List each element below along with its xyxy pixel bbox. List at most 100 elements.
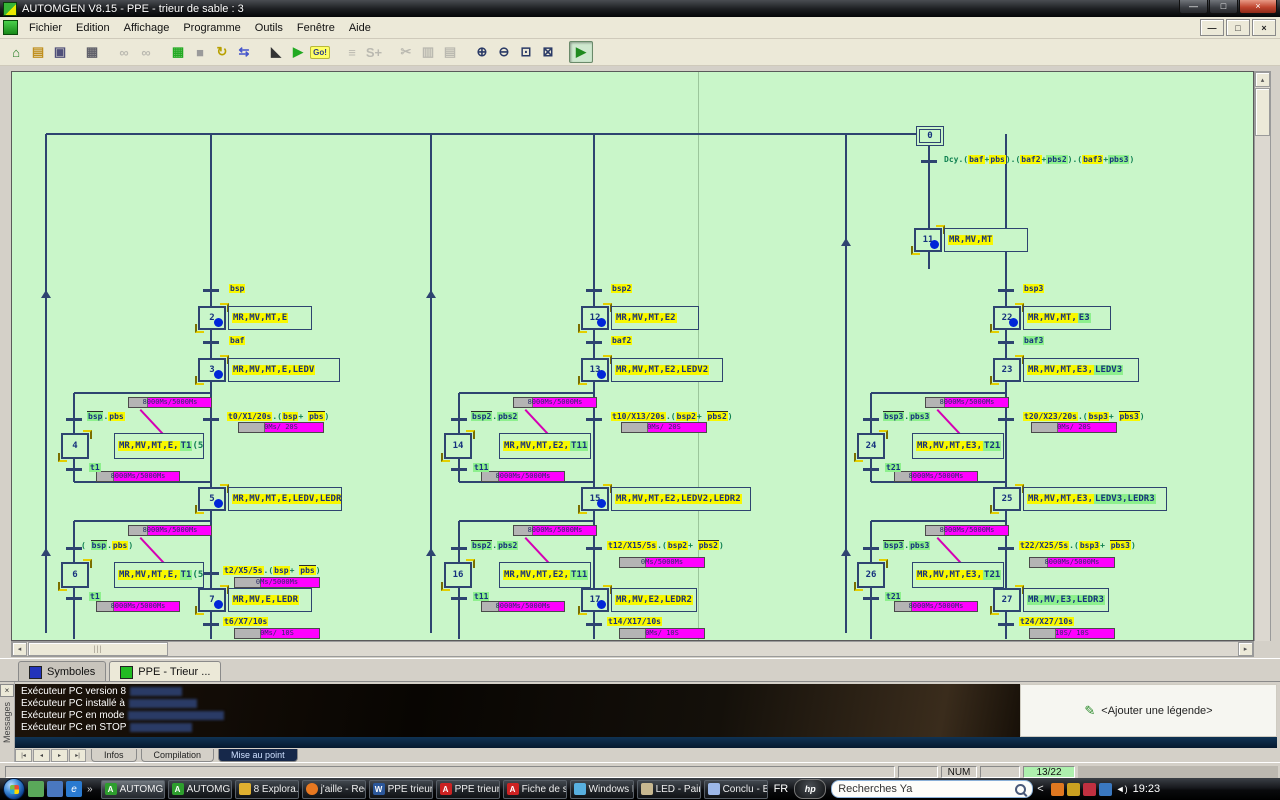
action-box-16[interactable]: MR,MV,MT,E2,T11(5s) bbox=[499, 562, 591, 588]
taskbar-button-3[interactable]: j'aille - Rec... bbox=[301, 779, 366, 799]
action-box-15[interactable]: MR,MV,MT,E2,LEDV2,LEDR2 bbox=[611, 487, 751, 511]
toolbar-zoom-fit-button[interactable]: ⊠ bbox=[537, 42, 559, 62]
step-box-13[interactable]: 13 bbox=[578, 355, 612, 385]
step-box-2[interactable]: 2 bbox=[195, 303, 229, 333]
tray-red-icon[interactable] bbox=[1082, 782, 1096, 796]
message-nav-button-3[interactable]: ▸| bbox=[69, 749, 86, 762]
taskbar-button-2[interactable]: 8 Explora...▾ bbox=[234, 779, 299, 799]
step-box-7[interactable]: 7 bbox=[195, 585, 229, 615]
menu-edition[interactable]: Edition bbox=[69, 19, 117, 37]
step-box-26[interactable]: 26 bbox=[854, 559, 888, 591]
tray-gold-icon[interactable] bbox=[1066, 782, 1080, 796]
toolbar-paste-button[interactable]: ▤ bbox=[439, 42, 461, 62]
hp-button[interactable]: hp bbox=[794, 779, 827, 799]
menu-fentre[interactable]: Fenêtre bbox=[290, 19, 342, 37]
menu-outils[interactable]: Outils bbox=[248, 19, 290, 37]
transition-tick[interactable] bbox=[451, 547, 467, 550]
transition-tick[interactable] bbox=[203, 341, 219, 344]
toolbar-timer-button[interactable]: ↻ bbox=[211, 42, 233, 62]
close-icon[interactable]: × bbox=[0, 684, 14, 697]
message-tab-miseaupoint[interactable]: Mise au point bbox=[218, 749, 298, 762]
search-icon[interactable] bbox=[1015, 783, 1027, 795]
toolbar-ladder-mode-button[interactable]: ■ bbox=[189, 42, 211, 62]
action-box-22[interactable]: MR,MV,MT, E3 bbox=[1023, 306, 1111, 330]
action-box-24[interactable]: MR,MV,MT,E3,T21(5s) bbox=[912, 433, 1004, 459]
step-box-22[interactable]: 22 bbox=[990, 303, 1024, 333]
transition-tick[interactable] bbox=[66, 597, 82, 600]
transition-tick[interactable] bbox=[998, 289, 1014, 292]
grafcet-canvas[interactable]: 0 11 MR,MV,MT 2 MR,MV,MT,E 3 MR,MV,MT,E,LEDV 4 M… bbox=[11, 71, 1254, 641]
language-indicator[interactable]: FR bbox=[774, 783, 789, 795]
tray-network-icon[interactable] bbox=[1098, 782, 1112, 796]
horizontal-scroll-thumb[interactable]: ||| bbox=[28, 642, 168, 656]
step-box-3[interactable]: 3 bbox=[195, 355, 229, 385]
action-box-4[interactable]: MR,MV,MT,E,T1(5s) bbox=[114, 433, 204, 459]
action-box-27[interactable]: MR,MV,E3,LEDR3 bbox=[1023, 588, 1109, 612]
toolbar-counter-button[interactable]: ⇆ bbox=[233, 42, 255, 62]
transition-tick[interactable] bbox=[863, 418, 879, 421]
transition-tick[interactable] bbox=[451, 468, 467, 471]
chevron-icon[interactable]: » bbox=[87, 784, 93, 795]
toolbar-go-button[interactable]: Go! bbox=[309, 42, 331, 62]
close-button[interactable]: × bbox=[1239, 0, 1277, 14]
transition-tick[interactable] bbox=[66, 547, 82, 550]
transition-tick[interactable] bbox=[998, 623, 1014, 626]
add-legend-button[interactable]: ✎ <Ajouter une légende> bbox=[1020, 684, 1277, 737]
transition-tick[interactable] bbox=[451, 418, 467, 421]
taskbar-button-5[interactable]: APPE trieur ... bbox=[435, 779, 500, 799]
step-box-5[interactable]: 5 bbox=[195, 484, 229, 514]
transition-tick[interactable] bbox=[586, 289, 602, 292]
toolbar-watch-2-button[interactable]: ∞ bbox=[135, 42, 157, 62]
transition-tick[interactable] bbox=[586, 341, 602, 344]
transition-tick[interactable] bbox=[998, 418, 1014, 421]
action-box-14[interactable]: MR,MV,MT,E2,T11(5s) bbox=[499, 433, 591, 459]
toolbar-zoom-in-button[interactable]: ⊕ bbox=[471, 42, 493, 62]
minimize-button[interactable]: — bbox=[1179, 0, 1208, 14]
transition-tick[interactable] bbox=[203, 289, 219, 292]
transition-tick[interactable] bbox=[66, 468, 82, 471]
toolbar-print-button[interactable]: ▦ bbox=[81, 42, 103, 62]
taskbar-button-6[interactable]: AFiche de sy... bbox=[502, 779, 567, 799]
action-box-7[interactable]: MR,MV,E,LEDR bbox=[228, 588, 312, 612]
step-box-17[interactable]: 17 bbox=[578, 585, 612, 615]
step-box-6[interactable]: 6 bbox=[58, 559, 92, 591]
transition-tick[interactable] bbox=[998, 341, 1014, 344]
action-box-5[interactable]: MR,MV,MT,E,LEDV,LEDR bbox=[228, 487, 342, 511]
transition-tick[interactable] bbox=[863, 468, 879, 471]
mdi-close-button[interactable]: × bbox=[1252, 19, 1276, 36]
transition-tick[interactable] bbox=[863, 547, 879, 550]
step-box-27[interactable]: 27 bbox=[990, 585, 1024, 615]
message-nav-button-1[interactable]: ◂ bbox=[33, 749, 50, 762]
action-box-3[interactable]: MR,MV,MT,E,LEDV bbox=[228, 358, 340, 382]
taskbar-button-8[interactable]: LED - Paint bbox=[636, 779, 701, 799]
transition-tick[interactable] bbox=[203, 623, 219, 626]
messenger-icon[interactable] bbox=[28, 781, 44, 797]
action-box-2[interactable]: MR,MV,MT,E bbox=[228, 306, 312, 330]
toolbar-run-pc-button[interactable]: ▶ bbox=[569, 41, 593, 63]
transition-tick[interactable] bbox=[66, 418, 82, 421]
toolbar-copy-button[interactable]: ▥ bbox=[417, 42, 439, 62]
transition-tick[interactable] bbox=[586, 418, 602, 421]
scroll-up-button[interactable]: ▴ bbox=[1255, 72, 1270, 87]
step-box-25[interactable]: 25 bbox=[990, 484, 1024, 514]
toolbar-watch-1-button[interactable]: ∞ bbox=[113, 42, 135, 62]
step-box-11[interactable]: 11 bbox=[911, 225, 945, 255]
action-box-23[interactable]: MR,MV,MT,E3, LEDV3 bbox=[1023, 358, 1139, 382]
scroll-left-button[interactable]: ◂ bbox=[12, 642, 27, 656]
step-box-15[interactable]: 15 bbox=[578, 484, 612, 514]
toolbar-open-button[interactable]: ▤ bbox=[27, 42, 49, 62]
mdi-restore-button[interactable]: □ bbox=[1226, 19, 1250, 36]
action-box-25[interactable]: MR,MV,MT,E3, LEDV3,LEDR3 bbox=[1023, 487, 1167, 511]
action-box-13[interactable]: MR,MV,MT,E2,LEDV2 bbox=[611, 358, 723, 382]
menu-aide[interactable]: Aide bbox=[342, 19, 378, 37]
message-nav-button-2[interactable]: ▸ bbox=[51, 749, 68, 762]
menu-fichier[interactable]: Fichier bbox=[22, 19, 69, 37]
vertical-scrollbar[interactable]: ▴ ▾ bbox=[1254, 71, 1271, 657]
step-box-14[interactable]: 14 bbox=[441, 430, 475, 462]
transition-tick[interactable] bbox=[998, 547, 1014, 550]
tray-orange-icon[interactable] bbox=[1050, 782, 1064, 796]
transition-tick[interactable] bbox=[451, 597, 467, 600]
internet-explorer-icon[interactable]: e bbox=[66, 781, 82, 797]
transition-tick[interactable] bbox=[921, 160, 937, 163]
toolbar-cut-button[interactable]: ✂ bbox=[395, 42, 417, 62]
